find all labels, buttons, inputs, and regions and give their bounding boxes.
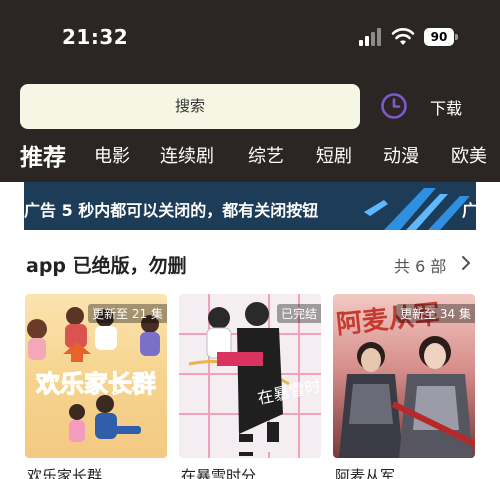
tab-variety[interactable]: 综艺 <box>248 142 284 168</box>
signal-icon <box>359 28 381 46</box>
banner-text: 广告 5 秒内都可以关闭的，都有关闭按钮 <box>24 201 319 220</box>
top-header: 21:32 90 搜索 下载 推荐 电影 连续剧 综艺 短剧 动漫 欧美 <box>0 0 500 182</box>
poster: 阿麦从军 更新至 34 集 <box>333 294 475 458</box>
wifi-icon <box>391 28 415 45</box>
card-title: 阿麦从军 <box>335 467 396 479</box>
poster: 在暴雪时分 已完结 <box>179 294 321 458</box>
status-badge: 已完结 <box>276 304 321 323</box>
battery-tip <box>455 34 458 40</box>
video-card[interactable]: 欢乐家长群 更新至 21 集 欢乐家长群 <box>25 294 167 479</box>
tab-series[interactable]: 连续剧 <box>160 142 214 168</box>
tab-western[interactable]: 欧美 <box>451 142 487 168</box>
battery-level: 90 <box>424 28 454 46</box>
category-tabs: 推荐 电影 连续剧 综艺 短剧 动漫 欧美 <box>0 136 500 176</box>
card-title: 在暴雪时分 <box>181 467 257 479</box>
ad-banner[interactable]: 广告 5 秒内都可以关闭的，都有关闭按钮 广 <box>24 182 476 230</box>
status-badge: 更新至 21 集 <box>88 304 167 323</box>
download-button[interactable]: 下载 <box>430 95 462 119</box>
banner-trailing-text: 广 <box>462 201 476 220</box>
search-input[interactable]: 搜索 <box>20 84 360 129</box>
section-count[interactable]: 共 6 部 <box>394 253 446 277</box>
banner-graphic <box>364 188 470 230</box>
clock-icon[interactable] <box>380 92 408 120</box>
status-badge: 更新至 34 集 <box>396 304 475 323</box>
video-card[interactable]: 阿麦从军 更新至 34 集 阿麦从军 <box>333 294 475 479</box>
chevron-right-icon[interactable] <box>460 256 472 270</box>
tab-recommend[interactable]: 推荐 <box>20 138 66 172</box>
poster: 欢乐家长群 更新至 21 集 <box>25 294 167 458</box>
section-title: app 已绝版，勿删 <box>26 255 187 277</box>
poster-title-art: 欢乐家长群 <box>35 370 156 398</box>
tab-short-drama[interactable]: 短剧 <box>316 142 352 168</box>
video-card[interactable]: 在暴雪时分 已完结 在暴雪时分 <box>179 294 321 479</box>
tab-anime[interactable]: 动漫 <box>383 142 419 168</box>
card-title: 欢乐家长群 <box>27 467 103 479</box>
status-time: 21:32 <box>62 25 129 49</box>
battery-indicator: 90 <box>424 28 458 46</box>
tab-movies[interactable]: 电影 <box>94 142 130 168</box>
